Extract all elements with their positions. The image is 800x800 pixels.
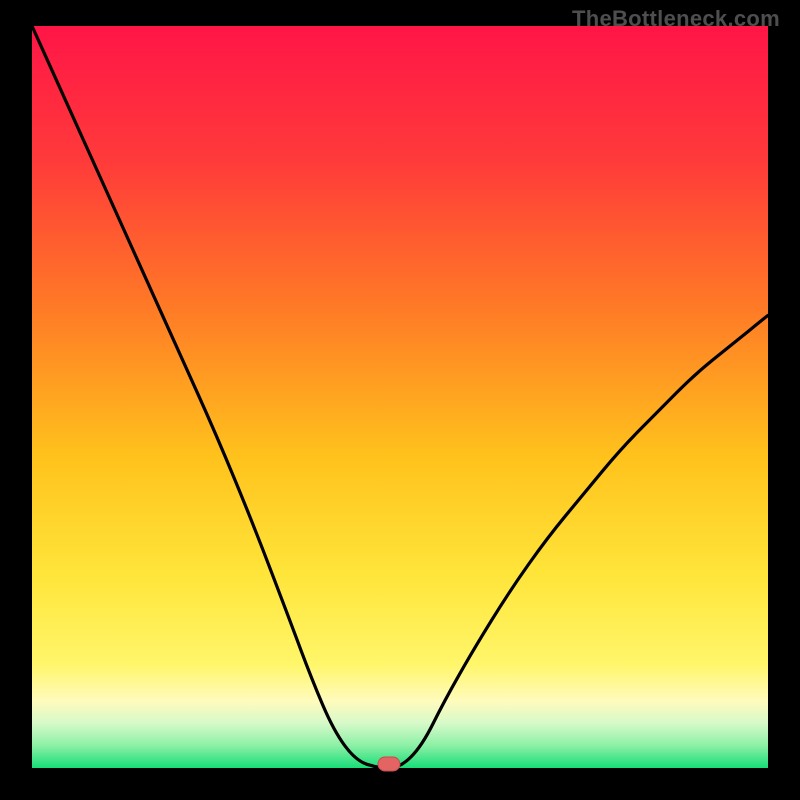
watermark-text: TheBottleneck.com: [572, 6, 780, 32]
optimum-marker: [378, 757, 400, 771]
chart-svg: [0, 0, 800, 800]
chart-stage: { "watermark": "TheBottleneck.com", "col…: [0, 0, 800, 800]
plot-area: [32, 26, 768, 768]
